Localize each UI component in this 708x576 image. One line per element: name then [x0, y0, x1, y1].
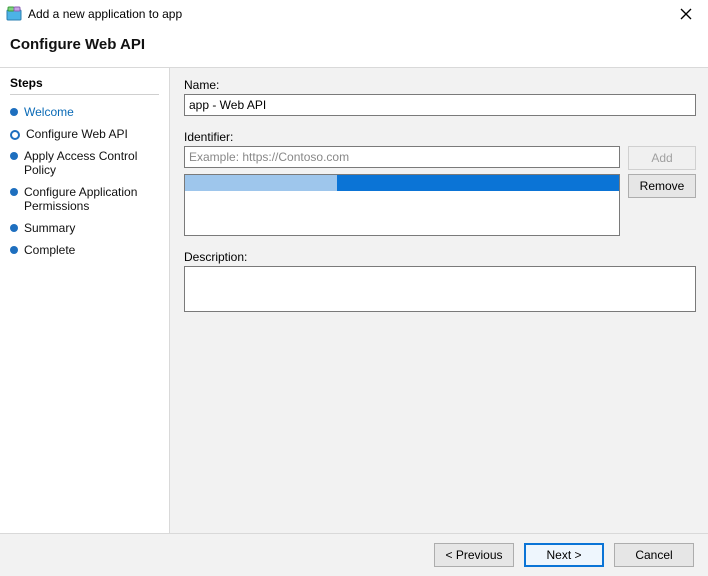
step-item-summary[interactable]: Summary	[10, 217, 159, 239]
cancel-button[interactable]: Cancel	[614, 543, 694, 567]
step-label: Configure Application Permissions	[24, 185, 159, 213]
steps-title: Steps	[10, 76, 159, 95]
step-item-complete[interactable]: Complete	[10, 239, 159, 261]
step-bullet-icon	[10, 130, 20, 140]
description-label: Description:	[184, 250, 696, 264]
window-title: Add a new application to app	[28, 7, 672, 21]
wizard-window: Add a new application to app Configure W…	[0, 0, 708, 576]
previous-button[interactable]: < Previous	[434, 543, 514, 567]
close-button[interactable]	[672, 4, 700, 24]
step-label: Complete	[24, 243, 75, 257]
step-item-welcome[interactable]: Welcome	[10, 101, 159, 123]
name-input[interactable]	[184, 94, 696, 116]
step-label: Configure Web API	[26, 127, 128, 141]
app-icon	[6, 6, 22, 22]
identifier-input[interactable]	[184, 146, 620, 168]
remove-identifier-button[interactable]: Remove	[628, 174, 696, 198]
step-bullet-icon	[10, 108, 18, 116]
close-icon	[680, 8, 692, 20]
titlebar: Add a new application to app	[0, 0, 708, 28]
form-panel: Name: Identifier: Add Remove	[170, 68, 708, 533]
identifier-label: Identifier:	[184, 130, 696, 144]
step-label: Apply Access Control Policy	[24, 149, 159, 177]
step-label: Summary	[24, 221, 75, 235]
next-button[interactable]: Next >	[524, 543, 604, 567]
step-item-configure-application-permissions[interactable]: Configure Application Permissions	[10, 181, 159, 217]
page-heading: Configure Web API	[0, 28, 708, 68]
identifier-list-item[interactable]	[185, 175, 619, 191]
identifier-list[interactable]	[184, 174, 620, 236]
step-bullet-icon	[10, 246, 18, 254]
description-field-block: Description:	[184, 250, 696, 315]
step-bullet-icon	[10, 224, 18, 232]
step-bullet-icon	[10, 188, 18, 196]
step-item-apply-access-control-policy[interactable]: Apply Access Control Policy	[10, 145, 159, 181]
step-item-configure-web-api[interactable]: Configure Web API	[10, 123, 159, 145]
name-field-block: Name:	[184, 78, 696, 116]
name-label: Name:	[184, 78, 696, 92]
identifier-field-block: Identifier: Add Remove	[184, 130, 696, 236]
wizard-footer: < Previous Next > Cancel	[0, 533, 708, 576]
steps-panel: Steps Welcome Configure Web API Apply Ac…	[0, 68, 170, 533]
add-identifier-button[interactable]: Add	[628, 146, 696, 170]
step-bullet-icon	[10, 152, 18, 160]
wizard-body: Steps Welcome Configure Web API Apply Ac…	[0, 68, 708, 533]
description-textarea[interactable]	[184, 266, 696, 312]
step-label: Welcome	[24, 105, 74, 119]
